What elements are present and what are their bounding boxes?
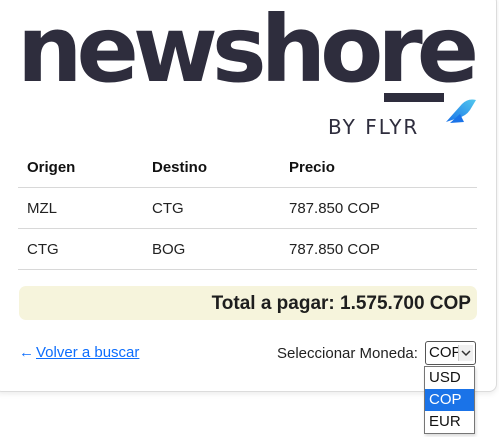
cell-precio: 787.850 COP	[280, 228, 477, 270]
total-to-pay: Total a pagar: 1.575.700 COP	[19, 286, 477, 320]
currency-select-label: Seleccionar Moneda:	[277, 345, 418, 362]
arrow-left-icon: ←	[19, 344, 34, 361]
cell-destino: BOG	[143, 228, 280, 270]
header-destino: Destino	[143, 147, 280, 188]
logo-underscore	[384, 93, 444, 102]
chevron-down-icon	[458, 345, 473, 361]
header-origen: Origen	[18, 147, 143, 188]
back-link-label: Volver a buscar	[36, 344, 140, 361]
cell-origen: MZL	[18, 187, 143, 229]
currency-dropdown: USD COP EUR	[424, 366, 475, 434]
currency-select[interactable]: COP	[425, 341, 476, 365]
cell-origen: CTG	[18, 228, 143, 270]
flyr-byline: BY FLYR	[328, 115, 420, 139]
newshore-logo-wordmark: newshore	[17, 0, 479, 103]
currency-option-usd[interactable]: USD	[425, 367, 474, 389]
cell-precio: 787.850 COP	[280, 187, 477, 229]
header-precio: Precio	[280, 147, 477, 188]
table-row: MZL CTG 787.850 COP	[18, 187, 477, 229]
currency-option-eur[interactable]: EUR	[425, 411, 474, 433]
cell-destino: CTG	[143, 187, 280, 229]
flights-table: Origen Destino Precio MZL CTG 787.850 CO…	[18, 147, 477, 270]
table-header-row: Origen Destino Precio	[18, 147, 477, 188]
table-row: CTG BOG 787.850 COP	[18, 228, 477, 270]
flyr-wing-icon	[446, 99, 476, 123]
currency-option-cop[interactable]: COP	[425, 389, 474, 411]
currency-select-value: COP	[429, 344, 462, 361]
back-to-search-link[interactable]: ← Volver a buscar	[19, 344, 139, 361]
